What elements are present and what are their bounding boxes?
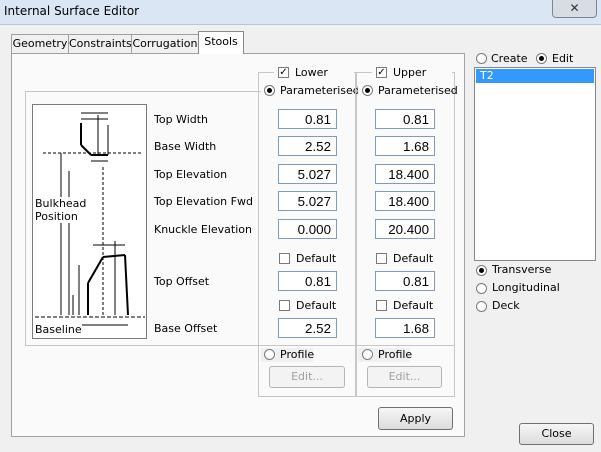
- lower-profile-radio[interactable]: [264, 349, 275, 360]
- upper-top-offset-field[interactable]: [375, 271, 435, 291]
- upper-label: Upper: [393, 66, 427, 79]
- knuckle-elevation-label: Knuckle Elevation: [154, 223, 252, 236]
- lower-edit-button[interactable]: Edit...: [269, 366, 345, 388]
- upper-base-offset-default-checkbox[interactable]: [376, 300, 387, 311]
- upper-parameterised-radio[interactable]: [362, 85, 373, 96]
- base-width-label: Base Width: [154, 140, 217, 153]
- lower-top-elevation-fwd-field[interactable]: [278, 191, 337, 211]
- create-label: Create: [491, 52, 528, 65]
- longitudinal-radio[interactable]: [476, 283, 487, 294]
- tab-geometry[interactable]: Geometry: [11, 34, 69, 54]
- lower-knuckle-elevation-field[interactable]: [278, 219, 337, 239]
- deck-radio[interactable]: [476, 301, 487, 312]
- close-icon: ✕: [569, 1, 580, 15]
- close-button[interactable]: Close: [519, 423, 594, 445]
- lower-checkbox[interactable]: ✓: [278, 67, 289, 78]
- lower-profile-label: Profile: [280, 348, 315, 361]
- lower-top-offset-default-checkbox[interactable]: [279, 253, 290, 264]
- base-offset-label: Base Offset: [154, 322, 218, 335]
- lower-top-offset-default-label: Default: [296, 252, 337, 265]
- lower-parameterised-radio[interactable]: [264, 85, 275, 96]
- transverse-radio[interactable]: [476, 265, 487, 276]
- surface-listbox[interactable]: [474, 67, 596, 261]
- top-elevation-fwd-label: Top Elevation Fwd: [154, 195, 253, 208]
- baseline-label: Baseline: [35, 323, 82, 336]
- apply-button[interactable]: Apply: [378, 407, 453, 430]
- upper-base-width-field[interactable]: [375, 136, 435, 156]
- upper-top-elevation-field[interactable]: [375, 164, 435, 184]
- lower-base-offset-field[interactable]: [278, 318, 337, 338]
- lower-base-offset-default-label: Default: [296, 299, 337, 312]
- lower-top-width-field[interactable]: [278, 109, 337, 129]
- bulkhead-position-label: Bulkhead Position: [35, 197, 95, 223]
- tab-constraints[interactable]: Constraints: [68, 34, 132, 54]
- stool-diagram: Bulkhead Position Baseline: [32, 104, 147, 339]
- upper-checkbox[interactable]: ✓: [376, 67, 387, 78]
- window-close-button[interactable]: ✕: [552, 0, 597, 18]
- upper-base-offset-field[interactable]: [375, 318, 435, 338]
- upper-knuckle-elevation-field[interactable]: [375, 219, 435, 239]
- longitudinal-label: Longitudinal: [492, 281, 560, 294]
- top-elevation-label: Top Elevation: [154, 168, 228, 181]
- lower-top-elevation-field[interactable]: [278, 164, 337, 184]
- upper-base-offset-default-label: Default: [393, 299, 434, 312]
- list-item[interactable]: T2: [476, 69, 594, 83]
- upper-top-width-field[interactable]: [375, 109, 435, 129]
- edit-label: Edit: [552, 52, 574, 65]
- upper-top-elevation-fwd-field[interactable]: [375, 191, 435, 211]
- upper-edit-button[interactable]: Edit...: [367, 366, 442, 388]
- tab-stools[interactable]: Stools: [198, 31, 244, 54]
- transverse-label: Transverse: [492, 263, 552, 276]
- lower-base-width-field[interactable]: [278, 136, 337, 156]
- upper-top-offset-default-label: Default: [393, 252, 434, 265]
- upper-parameterised-label: Parameterised: [378, 84, 458, 97]
- lower-label: Lower: [295, 66, 328, 79]
- tab-corrugation[interactable]: Corrugation: [131, 34, 199, 54]
- lower-parameterised-label: Parameterised: [280, 84, 360, 97]
- lower-base-offset-default-checkbox[interactable]: [279, 300, 290, 311]
- top-width-label: Top Width: [154, 113, 209, 126]
- edit-radio[interactable]: [536, 53, 547, 64]
- top-offset-label: Top Offset: [154, 275, 210, 288]
- upper-profile-radio[interactable]: [362, 349, 373, 360]
- upper-profile-label: Profile: [378, 348, 413, 361]
- upper-top-offset-default-checkbox[interactable]: [376, 253, 387, 264]
- create-radio[interactable]: [476, 53, 487, 64]
- lower-top-offset-field[interactable]: [278, 271, 337, 291]
- window-title: Internal Surface Editor: [4, 4, 140, 18]
- deck-label: Deck: [492, 299, 520, 312]
